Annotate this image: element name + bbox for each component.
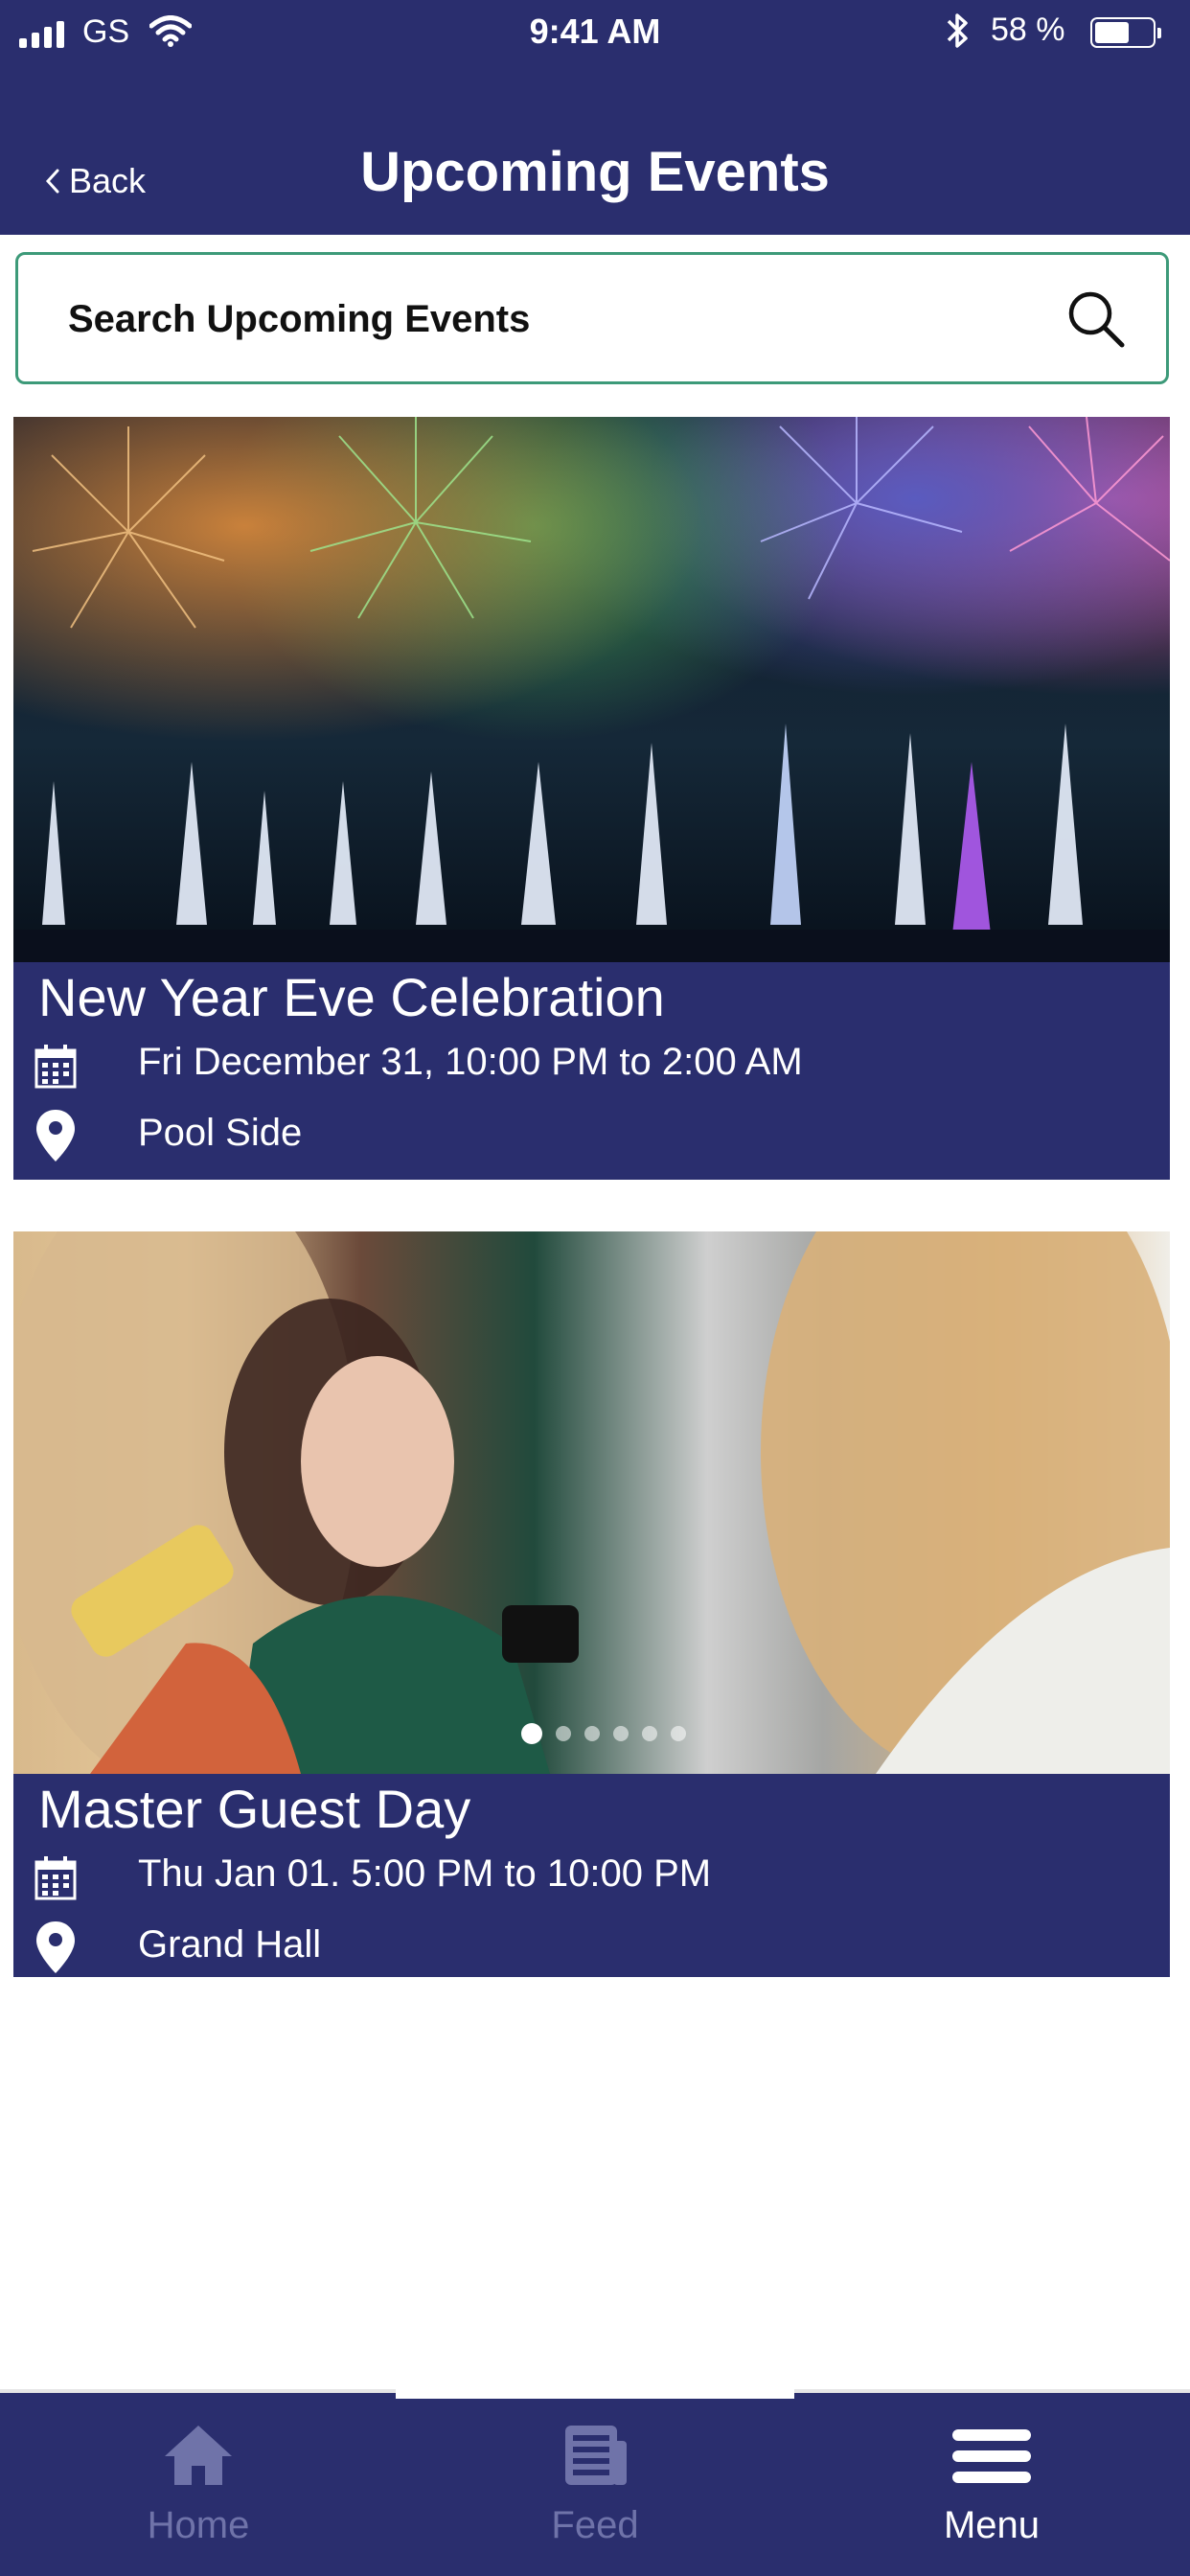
battery-icon: [1090, 17, 1161, 48]
event-location: Pool Side: [138, 1112, 303, 1154]
app-header: GS 9:41 AM 58 % Back Upcoming Events: [0, 0, 1190, 235]
battery-percent: 58 %: [991, 12, 1065, 48]
menu-icon: [952, 2429, 1031, 2483]
carousel-dots[interactable]: [521, 1723, 686, 1744]
event-location: Grand Hall: [138, 1923, 322, 1966]
calendar-icon: [34, 1856, 77, 1900]
carousel-dot[interactable]: [521, 1723, 542, 1744]
event-image-fireworks: [13, 417, 1170, 962]
event-location-row: Pool Side: [34, 1108, 302, 1163]
event-card[interactable]: Master Guest Day Thu Jan 01. 5:00 PM to …: [13, 1231, 1170, 1977]
search-icon[interactable]: [1066, 289, 1126, 354]
status-bar: GS 9:41 AM 58 %: [0, 0, 1190, 67]
carousel-dot[interactable]: [584, 1726, 600, 1741]
tab-home[interactable]: Home: [93, 2422, 304, 2547]
carousel-dot[interactable]: [671, 1726, 686, 1741]
event-date: Fri December 31, 10:00 PM to 2:00 AM: [138, 1041, 803, 1083]
search-placeholder: Search Upcoming Events: [68, 298, 531, 340]
bluetooth-icon: [943, 12, 972, 55]
event-location-row: Grand Hall: [34, 1920, 321, 1975]
carousel-dot[interactable]: [556, 1726, 571, 1741]
home-indicator: [396, 2389, 794, 2399]
event-title: Master Guest Day: [38, 1779, 471, 1839]
tab-menu[interactable]: Menu: [886, 2422, 1097, 2547]
carousel-dot[interactable]: [642, 1726, 657, 1741]
event-date-row: Fri December 31, 10:00 PM to 2:00 AM: [34, 1041, 803, 1089]
tab-feed-label: Feed: [551, 2504, 639, 2546]
home-icon: [165, 2426, 232, 2485]
feed-icon: [565, 2426, 627, 2485]
event-info: New Year Eve Celebration Fri December 31…: [13, 962, 1170, 1180]
tab-menu-label: Menu: [943, 2504, 1041, 2546]
event-image-guests: [13, 1231, 1170, 1774]
event-title: New Year Eve Celebration: [38, 967, 665, 1027]
event-date: Thu Jan 01. 5:00 PM to 10:00 PM: [138, 1852, 712, 1895]
calendar-icon: [34, 1045, 77, 1089]
page-title: Upcoming Events: [360, 141, 830, 203]
location-pin-icon: [36, 1921, 75, 1973]
event-date-row: Thu Jan 01. 5:00 PM to 10:00 PM: [34, 1852, 711, 1900]
event-card[interactable]: New Year Eve Celebration Fri December 31…: [13, 417, 1170, 1180]
location-pin-icon: [36, 1110, 75, 1162]
tab-home-label: Home: [147, 2504, 250, 2546]
search-bar[interactable]: Search Upcoming Events: [15, 252, 1169, 384]
bottom-tab-bar: Home Feed Menu: [0, 2389, 1190, 2576]
carousel-dot[interactable]: [613, 1726, 629, 1741]
event-info: Master Guest Day Thu Jan 01. 5:00 PM to …: [13, 1774, 1170, 1977]
tab-feed[interactable]: Feed: [490, 2422, 700, 2547]
